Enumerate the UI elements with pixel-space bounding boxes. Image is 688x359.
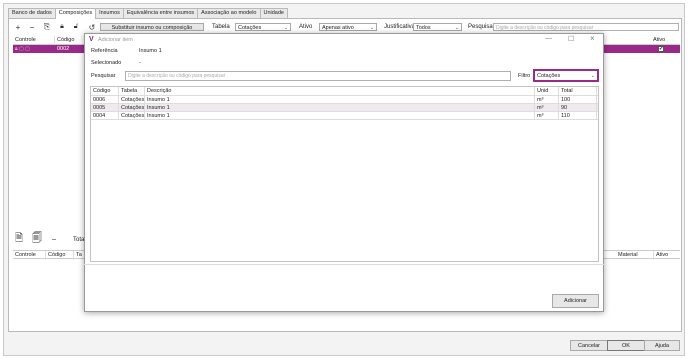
cancel-button[interactable]: Cancelar: [570, 340, 608, 351]
col-material[interactable]: Material: [616, 251, 654, 260]
ativo-select[interactable]: Apenas ativo ⌄: [319, 23, 377, 31]
tab-associacao[interactable]: Associação ao modelo: [197, 8, 261, 18]
cell-tabela: Cotações: [121, 112, 145, 120]
row-control-icons: 🔒︎ ▢ ▢: [15, 46, 30, 52]
history-icon[interactable]: ↺: [88, 23, 96, 32]
col-ativo[interactable]: Ativo: [651, 36, 679, 45]
tab-unidade[interactable]: Unidade: [259, 8, 288, 18]
cell-unid: m³: [535, 112, 559, 120]
dialog-title: Adicionar item: [98, 37, 133, 43]
table-row[interactable]: 0006 Cotações Insumo 1 m³ 100: [91, 96, 598, 104]
col-codigo[interactable]: Código: [91, 87, 119, 96]
selecionado-label: Selecionado: [91, 60, 122, 66]
cell-codigo: 0005: [91, 104, 119, 112]
filtro-label: Filtro: [518, 73, 531, 79]
minimize-icon[interactable]: —: [545, 35, 552, 42]
modal-pesquisar-label: Pesquisar: [91, 73, 116, 79]
add-document-icon[interactable]: 🗎: [14, 233, 24, 245]
search-input[interactable]: Digite a descrição ou código para pesqui…: [493, 23, 679, 31]
tabela-label: Tabela: [212, 24, 230, 30]
tab-composicoes[interactable]: Composições: [54, 8, 97, 19]
col-total[interactable]: Total: [559, 87, 597, 96]
cell-unid: m³: [535, 96, 559, 104]
col-tabela[interactable]: Tabela: [119, 87, 145, 96]
col-controle[interactable]: Controle: [13, 36, 55, 45]
tab-bar: Banco de dados Composições Insumos Equiv…: [8, 8, 288, 19]
dialog-divider: [84, 264, 604, 265]
adicionar-button[interactable]: Adicionar: [552, 294, 599, 308]
edit-document-icon[interactable]: 🗐: [32, 233, 42, 245]
col-unid[interactable]: Unid: [535, 87, 559, 96]
ok-button[interactable]: OK: [607, 340, 645, 351]
cell-descricao: Insumo 1: [145, 104, 535, 112]
chevron-down-icon: ⌄: [369, 25, 374, 31]
items-grid: Código Tabela Descrição Unid Total 0006 …: [90, 86, 599, 262]
cell-descricao: Insumo 1: [145, 96, 535, 104]
tab-equivalencia[interactable]: Equivalência entre insumos: [122, 8, 199, 18]
tab-banco-de-dados[interactable]: Banco de dados: [8, 8, 56, 18]
tab-insumos[interactable]: Insumos: [95, 8, 124, 18]
justificativa-select-value: Todos: [416, 25, 431, 31]
referencia-label: Referência: [91, 48, 118, 54]
cell-total: 110: [559, 112, 597, 120]
filtro-select-value: Cotações: [537, 73, 561, 79]
cell-descricao: Insumo 1: [145, 112, 535, 120]
col-ativo[interactable]: Ativo: [654, 251, 680, 260]
chevron-down-icon: ⌄: [283, 25, 288, 31]
selecionado-value: -: [139, 60, 141, 66]
substituir-button[interactable]: Substituir insumo ou composição: [100, 23, 204, 31]
cell-unid: m³: [535, 104, 559, 112]
col-codigo[interactable]: Código: [55, 36, 85, 45]
col-controle[interactable]: Controle: [13, 251, 46, 260]
maximize-icon[interactable]: ☐: [568, 35, 574, 43]
remove-icon[interactable]: −: [50, 235, 58, 244]
cell-tabela: Cotações: [121, 96, 145, 104]
justificativa-select[interactable]: Todos ⌄: [413, 23, 462, 31]
table-row[interactable]: 0005 Cotações Insumo 1 m³ 90: [91, 104, 598, 112]
referencia-value: Insumo 1: [139, 48, 162, 54]
add-icon[interactable]: +: [14, 23, 22, 32]
table-row[interactable]: 0004 Cotações Insumo 1 m³ 110: [91, 112, 598, 120]
cell-codigo: 0004: [91, 112, 119, 120]
close-icon[interactable]: ×: [590, 34, 595, 43]
chevron-down-icon: ⌄: [590, 73, 595, 79]
ativo-label: Ativo: [299, 24, 313, 30]
copy-icon[interactable]: ⎘: [43, 22, 51, 31]
remove-icon[interactable]: −: [28, 23, 36, 32]
help-button[interactable]: Ajuda: [644, 340, 680, 351]
col-codigo[interactable]: Código: [46, 251, 74, 260]
justificativa-label: Justificativa: [384, 24, 416, 30]
lock-icon[interactable]: 🔒︎: [58, 23, 66, 31]
items-grid-header: Código Tabela Descrição Unid Total: [91, 87, 598, 96]
cell-total: 100: [559, 96, 597, 104]
ativo-select-value: Apenas ativo: [322, 25, 354, 31]
unlock-icon[interactable]: 🔓︎: [72, 23, 80, 31]
tabela-select-value: Cotações: [238, 25, 262, 31]
col-descricao[interactable]: Descrição: [145, 87, 535, 96]
pesquisar-label: Pesquisar: [468, 24, 495, 30]
row-codigo: 0002: [57, 46, 70, 52]
chevron-down-icon: ⌄: [454, 25, 459, 31]
tabela-select[interactable]: Cotações ⌄: [235, 23, 291, 31]
cell-tabela: Cotações: [121, 104, 145, 112]
filtro-select[interactable]: Cotações ⌄: [533, 69, 599, 82]
cell-total: 90: [559, 104, 597, 112]
cell-codigo: 0006: [91, 96, 119, 104]
modal-search-input[interactable]: Digite a descrição ou código para pesqui…: [125, 71, 511, 81]
app-logo-icon: V: [89, 36, 94, 43]
row-ativo-checkbox[interactable]: ✔: [658, 46, 664, 52]
